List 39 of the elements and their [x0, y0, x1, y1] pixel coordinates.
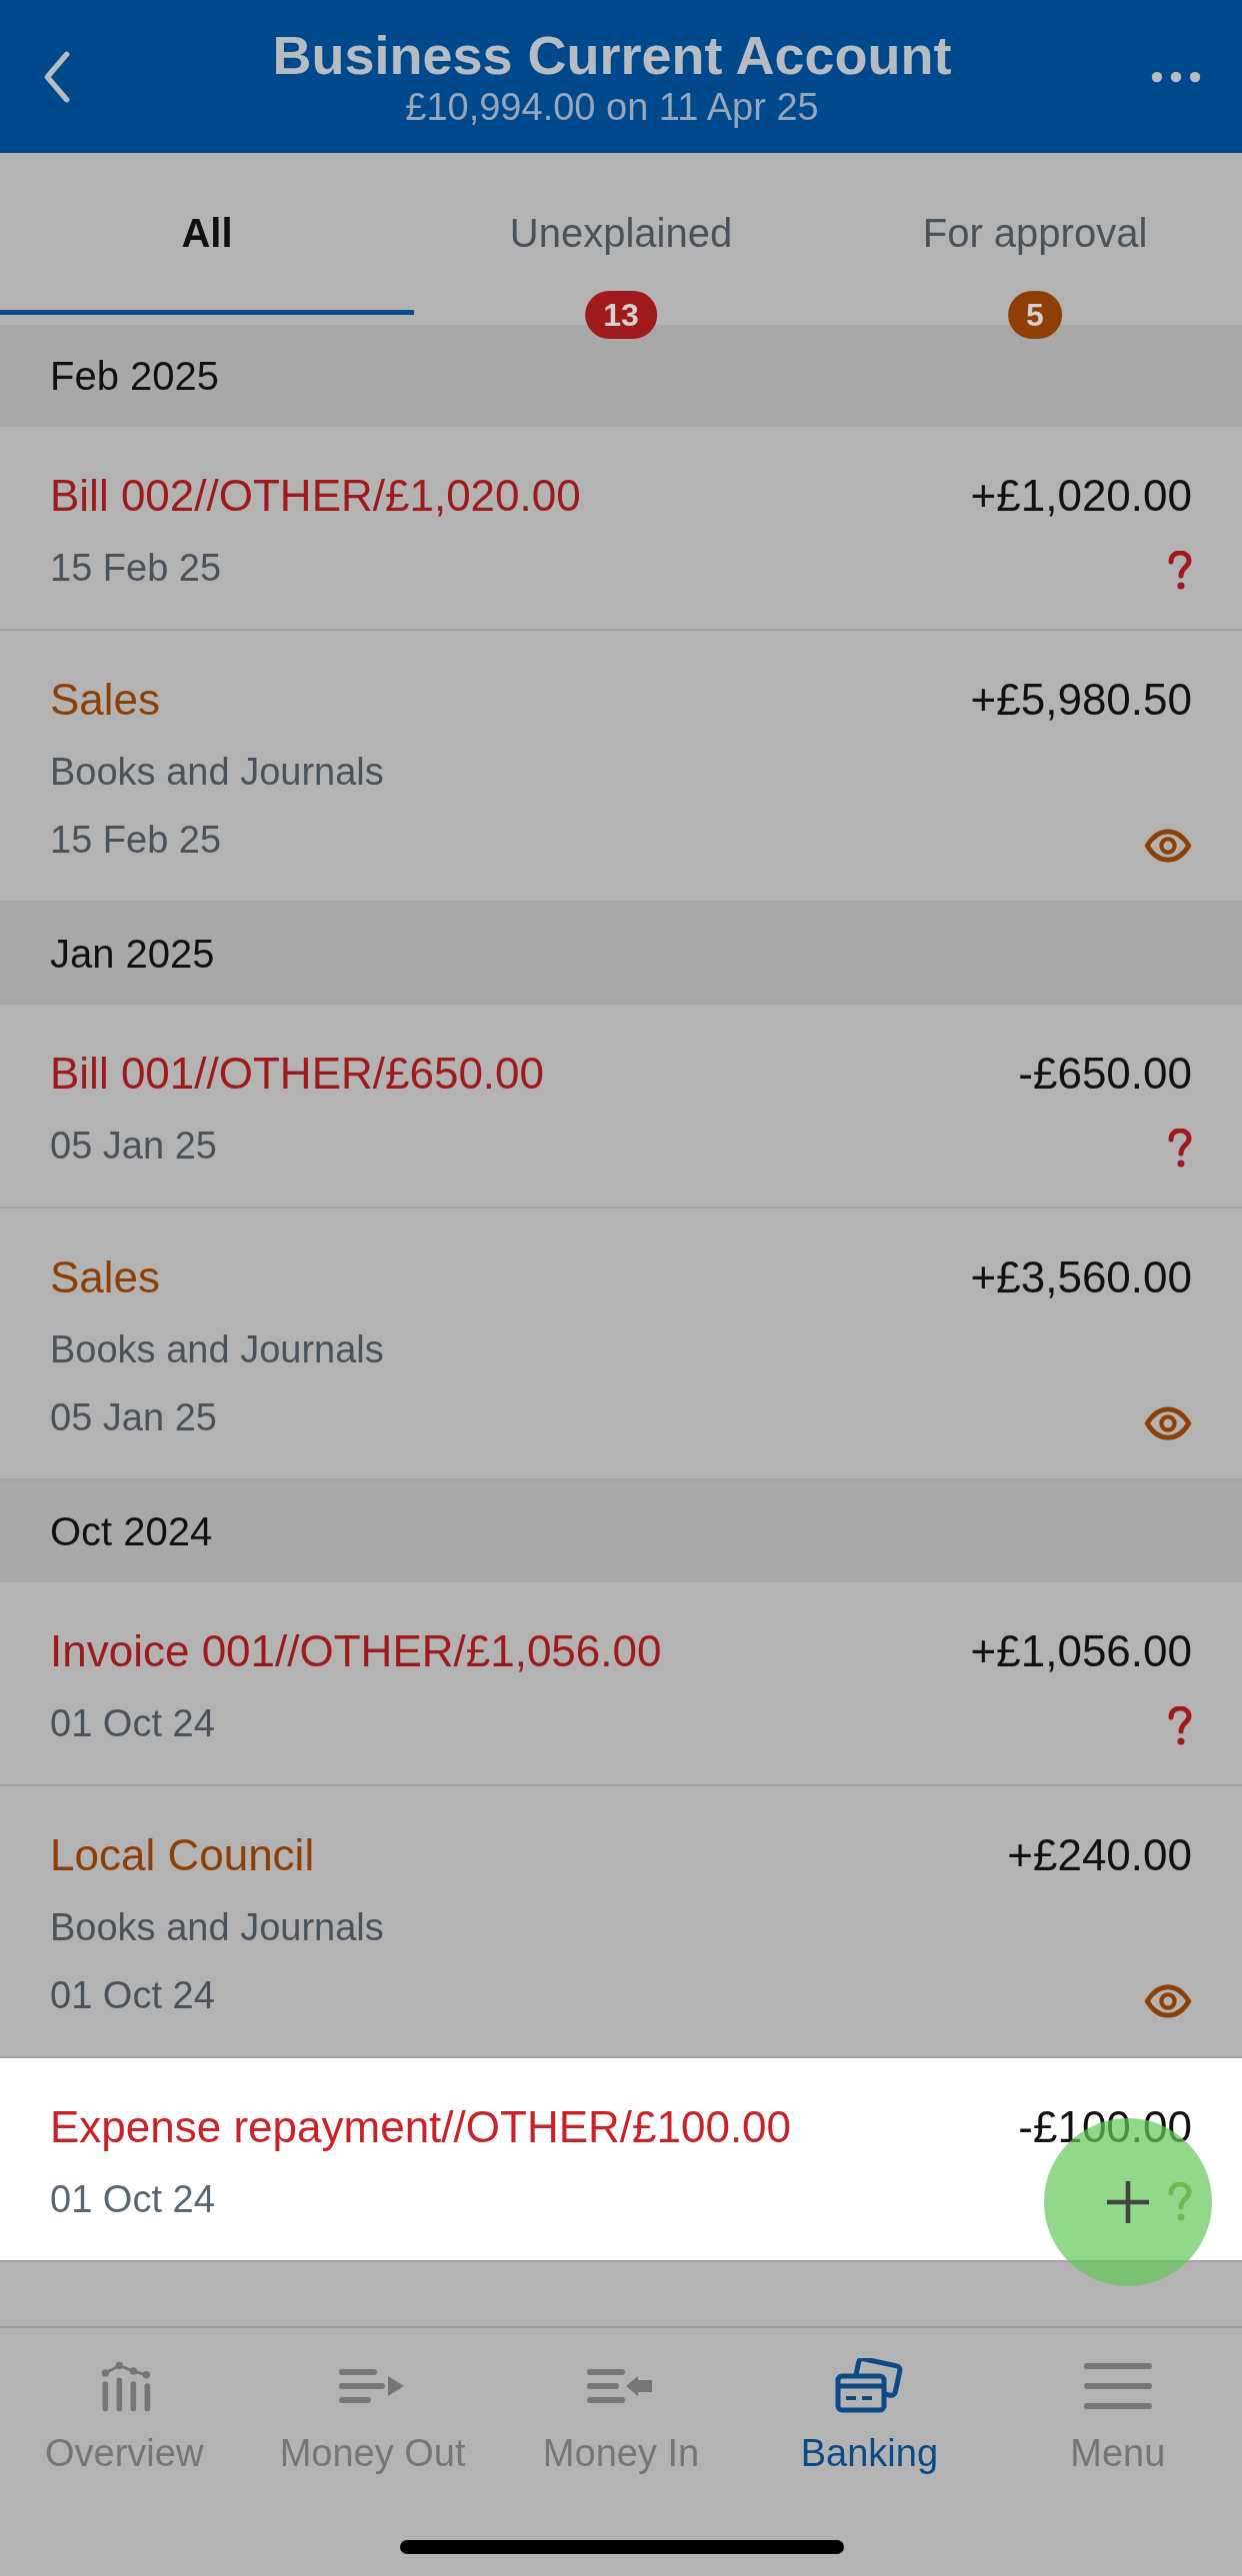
transaction-date: 01 Oct 24 — [50, 2177, 216, 2222]
transaction-amount: -£100.00 — [1018, 2101, 1192, 2153]
more-icon[interactable] — [1150, 69, 1202, 84]
account-balance: £10,994.00 on 11 Apr 25 — [405, 84, 819, 129]
month-label: Jan 2025 — [50, 931, 215, 977]
transaction-category: Books and Journals — [50, 1327, 384, 1372]
transaction-amount: +£3,560.00 — [970, 1252, 1192, 1303]
cards-icon — [834, 2358, 905, 2414]
month-label: Feb 2025 — [50, 353, 220, 399]
transaction-row[interactable]: Invoice 001//OTHER/£1,056.00 01 Oct 24 +£1,056.00 — [0, 1582, 1242, 1786]
transaction-amount: +£1,020.00 — [970, 470, 1192, 522]
transaction-date: 05 Jan 25 — [50, 1124, 218, 1169]
transaction-date: 05 Jan 25 — [50, 1395, 218, 1440]
transaction-row[interactable]: Bill 001//OTHER/£650.00 05 Jan 25 -£650.00 — [0, 1005, 1242, 1209]
transaction-date: 15 Feb 25 — [50, 546, 223, 591]
transaction-title: Sales — [50, 674, 162, 726]
transaction-category: Books and Journals — [50, 750, 384, 795]
month-label: Oct 2024 — [50, 1508, 213, 1554]
transaction-amount: -£650.00 — [1018, 1048, 1192, 1100]
transaction-title: Invoice 001//OTHER/£1,056.00 — [50, 1625, 662, 1677]
transaction-amount: +£240.00 — [1007, 1829, 1192, 1881]
transaction-date: 01 Oct 24 — [50, 1701, 216, 1746]
filter-tab[interactable]: All — [0, 153, 414, 315]
transaction-date: 01 Oct 24 — [50, 1973, 216, 2018]
transaction-category: Books and Journals — [50, 1905, 384, 1950]
transaction-title: Bill 001//OTHER/£650.00 — [50, 1048, 545, 1100]
transaction-row[interactable]: Expense repayment//OTHER/£100.00 01 Oct 24 -£100.00 — [0, 2058, 1242, 2262]
count-badge: 13 — [585, 291, 657, 339]
transaction-date: 15 Feb 25 — [50, 818, 223, 863]
account-title: Business Current Account — [272, 24, 952, 85]
transaction-title: Local Council — [50, 1829, 316, 1881]
transaction-amount: +£5,980.50 — [970, 674, 1192, 726]
nav-tab[interactable]: Banking — [745, 2358, 994, 2576]
transaction-title: Bill 002//OTHER/£1,020.00 — [50, 470, 581, 522]
transaction-row[interactable]: Bill 002//OTHER/£1,020.00 15 Feb 25 +£1,020.00 — [0, 427, 1242, 631]
transaction-title: Sales — [50, 1252, 162, 1303]
count-badge: 5 — [1008, 291, 1062, 339]
transaction-amount: +£1,056.00 — [970, 1625, 1192, 1677]
transaction-title: Expense repayment//OTHER/£100.00 — [50, 2101, 792, 2153]
